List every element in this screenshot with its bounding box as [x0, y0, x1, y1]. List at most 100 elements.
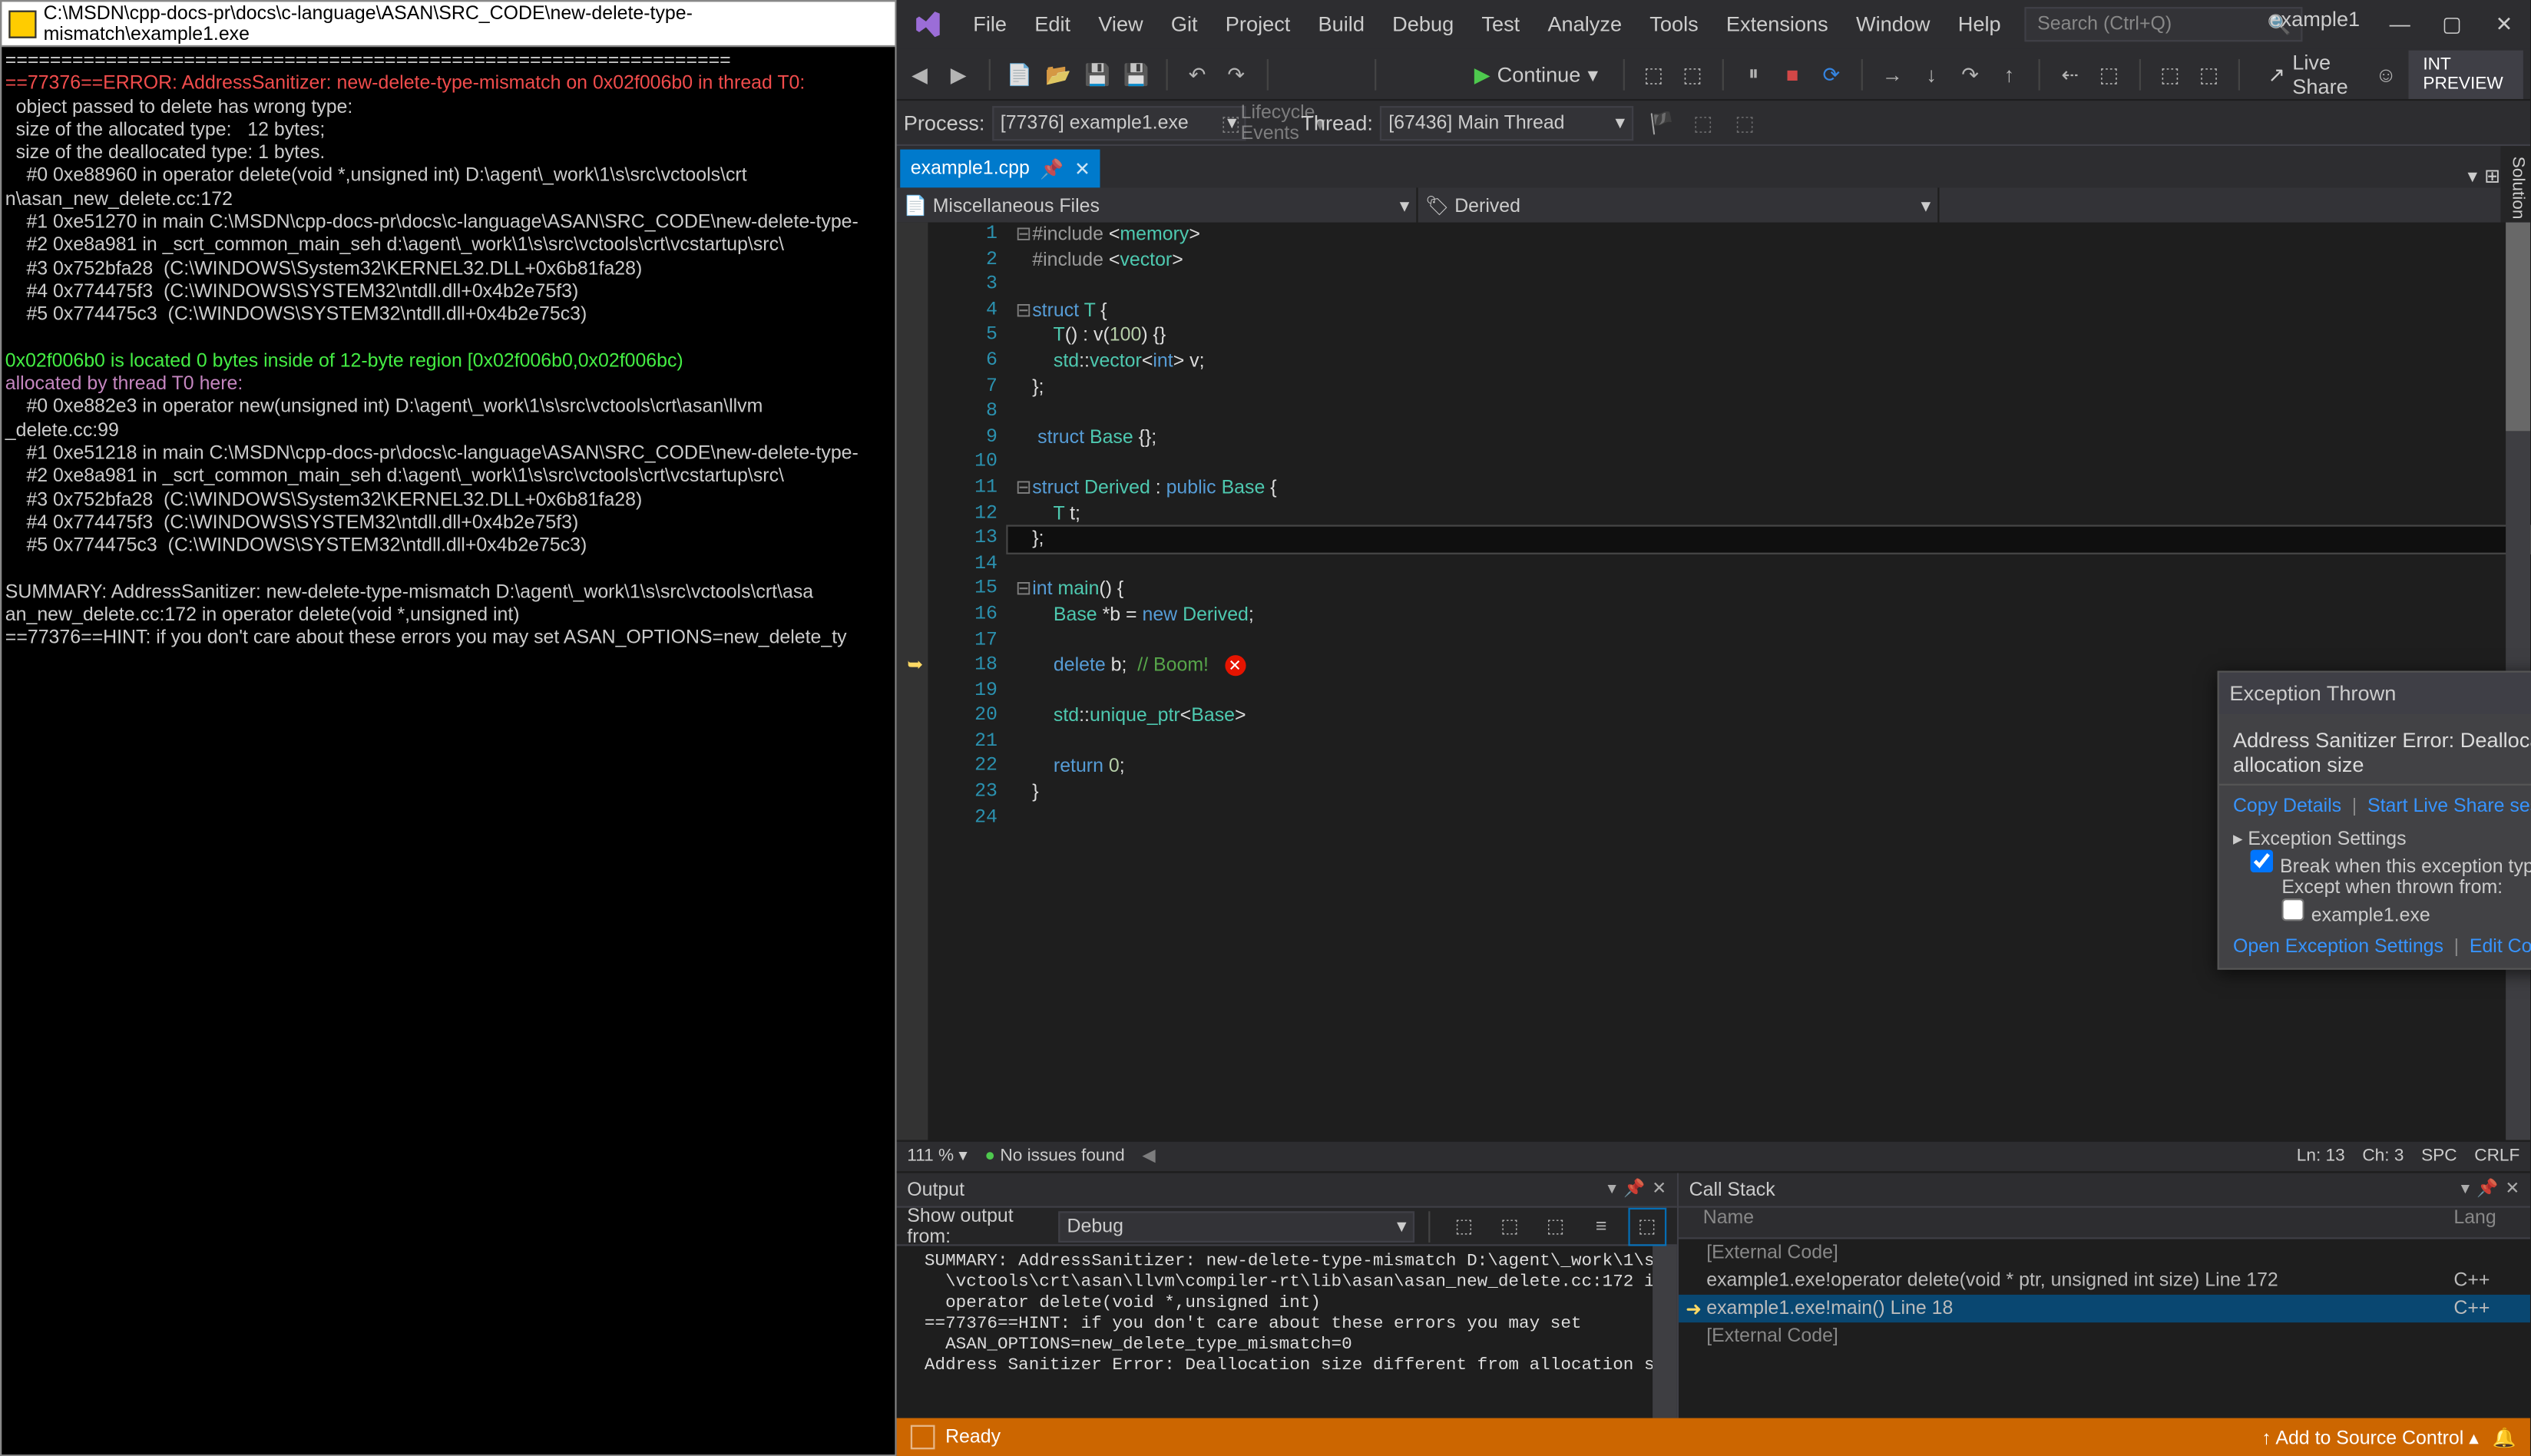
- stop-icon[interactable]: ■: [1776, 55, 1808, 93]
- tab-new-hsplit-icon[interactable]: ⊞: [2484, 165, 2500, 187]
- nav-fwd-icon[interactable]: ▶: [942, 55, 974, 93]
- console-output: ========================================…: [2, 47, 895, 1454]
- col-name[interactable]: Name: [1686, 1208, 2453, 1237]
- restart-icon[interactable]: ⟳: [1815, 55, 1848, 93]
- output-text[interactable]: SUMMARY: AddressSanitizer: new-delete-ty…: [897, 1246, 1653, 1418]
- exception-settings-hdr: Exception Settings: [2248, 829, 2406, 849]
- tool-d[interactable]: ⬚: [2193, 55, 2225, 93]
- undo-icon[interactable]: ↶: [1181, 55, 1213, 93]
- menu-edit[interactable]: Edit: [1021, 0, 1084, 48]
- menu-extensions[interactable]: Extensions: [1712, 0, 1842, 48]
- pane-dropdown-icon[interactable]: ▾: [2461, 1180, 2470, 1200]
- step-over-icon[interactable]: ↷: [1954, 55, 1987, 93]
- error-badge-icon: ✕: [1224, 655, 1245, 676]
- menu-test[interactable]: Test: [1467, 0, 1533, 48]
- live-share-link[interactable]: Start Live Share session...: [2367, 796, 2531, 816]
- play-icon: ▶: [1474, 61, 1490, 86]
- line-indicator: Ln: 13: [2297, 1147, 2345, 1166]
- pane-pin-icon[interactable]: 📌: [1623, 1180, 1645, 1200]
- stackframe-nav-icon[interactable]: ⬚: [1724, 104, 1765, 142]
- pane-close-icon[interactable]: ✕: [2505, 1180, 2519, 1200]
- tab-filename: example1.cpp: [911, 158, 1030, 179]
- step-into-icon[interactable]: ↓: [1915, 55, 1947, 93]
- menu-file[interactable]: File: [959, 0, 1021, 48]
- output-source-combo[interactable]: Debug▾: [1058, 1210, 1415, 1242]
- close-tab-icon[interactable]: ✕: [1074, 157, 1090, 180]
- new-project-icon[interactable]: 📄: [1004, 55, 1036, 93]
- show-next-icon[interactable]: →: [1877, 55, 1909, 93]
- flag-icon[interactable]: 🏴: [1640, 104, 1682, 142]
- output-tool-3[interactable]: ⬚: [1536, 1207, 1574, 1246]
- output-tool-5[interactable]: ⬚: [1627, 1207, 1666, 1246]
- maximize-button[interactable]: ▢: [2426, 0, 2478, 48]
- thread-combo[interactable]: [67436] Main Thread▾: [1380, 105, 1633, 140]
- open-exception-settings-link[interactable]: Open Exception Settings: [2233, 937, 2443, 958]
- debug-tool-1[interactable]: ⬚: [1638, 55, 1670, 93]
- live-share-button[interactable]: ↗ Live Share: [2268, 49, 2363, 98]
- menu-help[interactable]: Help: [1944, 0, 2015, 48]
- col-lang[interactable]: Lang: [2453, 1208, 2523, 1237]
- pane-close-icon[interactable]: ✕: [1652, 1180, 1666, 1200]
- save-icon[interactable]: 💾: [1081, 55, 1113, 93]
- minimize-button[interactable]: —: [2374, 0, 2426, 48]
- edit-conditions-link[interactable]: Edit Conditions: [2470, 937, 2531, 958]
- menu-window[interactable]: Window: [1842, 0, 1944, 48]
- tool-a[interactable]: ⇠: [2054, 55, 2086, 93]
- output-tool-1[interactable]: ⬚: [1444, 1207, 1483, 1246]
- pane-dropdown-icon[interactable]: ▾: [1608, 1180, 1616, 1200]
- nav-scope-combo[interactable]: 🏷 Derived▾: [1418, 187, 1940, 222]
- pin-icon[interactable]: 📌: [1040, 157, 1064, 180]
- feedback-icon[interactable]: ☺: [2370, 55, 2402, 93]
- save-all-icon[interactable]: 💾: [1120, 55, 1153, 93]
- document-tab-active[interactable]: example1.cpp 📌 ✕: [900, 150, 1100, 188]
- tool-b[interactable]: ⬚: [2093, 55, 2126, 93]
- menu-git[interactable]: Git: [1157, 0, 1212, 48]
- lifecycle-icon[interactable]: ⬚ Lifecycle Events ▾: [1252, 104, 1294, 142]
- menu-tools[interactable]: Tools: [1636, 0, 1712, 48]
- menu-view[interactable]: View: [1084, 0, 1157, 48]
- close-button[interactable]: ✕: [2478, 0, 2530, 48]
- debug-tool-2[interactable]: ⬚: [1676, 55, 1709, 93]
- window-buttons: — ▢ ✕: [2374, 0, 2530, 48]
- break-when-checkbox[interactable]: [2251, 850, 2273, 872]
- break-all-icon[interactable]: ⏸: [1738, 55, 1770, 93]
- callstack-rows[interactable]: [External Code] example1.exe!operator de…: [1679, 1239, 2530, 1418]
- menu-analyze[interactable]: Analyze: [1533, 0, 1636, 48]
- stackframe-icon[interactable]: ⬚: [1682, 104, 1724, 142]
- stack-frame[interactable]: [External Code]: [1679, 1322, 2530, 1350]
- menu-debug[interactable]: Debug: [1378, 0, 1467, 48]
- current-line-icon: ➥: [907, 654, 923, 679]
- nav-left-icon[interactable]: ◀: [1142, 1147, 1155, 1166]
- pane-pin-icon[interactable]: 📌: [2476, 1180, 2498, 1200]
- stack-frame[interactable]: [External Code]: [1679, 1239, 2530, 1267]
- tool-c[interactable]: ⬚: [2154, 55, 2186, 93]
- redo-icon[interactable]: ↷: [1220, 55, 1252, 93]
- add-to-source-control[interactable]: ↑ Add to Source Control ▴: [2261, 1426, 2478, 1448]
- stack-frame[interactable]: ➜ example1.exe!main() Line 18 C++: [1679, 1295, 2530, 1322]
- nav-member-combo[interactable]: ▾: [1940, 187, 2530, 222]
- open-icon[interactable]: 📂: [1043, 55, 1075, 93]
- tab-dropdown-icon[interactable]: ▾: [2468, 165, 2478, 187]
- copy-details-link[interactable]: Copy Details: [2233, 796, 2341, 816]
- glyph-margin[interactable]: [897, 223, 928, 1140]
- spc-indicator: SPC: [2421, 1147, 2457, 1166]
- quicklaunch-search[interactable]: Search (Ctrl+Q) 🔍: [2025, 7, 2303, 41]
- nav-back-icon[interactable]: ◀: [904, 55, 936, 93]
- continue-button[interactable]: ▶ Continue ▾: [1464, 61, 1609, 86]
- notifications-icon[interactable]: 🔔: [2493, 1426, 2516, 1448]
- output-tool-4[interactable]: ≡: [1582, 1207, 1620, 1246]
- except-from-checkbox[interactable]: [2281, 898, 2304, 921]
- console-titlebar[interactable]: C:\MSDN\cpp-docs-pr\docs\c-language\ASAN…: [2, 2, 895, 47]
- output-tool-2[interactable]: ⬚: [1490, 1207, 1529, 1246]
- step-out-icon[interactable]: ↑: [1993, 55, 2025, 93]
- stack-frame[interactable]: example1.exe!operator delete(void * ptr,…: [1679, 1267, 2530, 1295]
- issues-indicator[interactable]: ● No issues found: [984, 1147, 1124, 1166]
- menu-build[interactable]: Build: [1304, 0, 1378, 48]
- zoom-level[interactable]: 111 % ▾: [907, 1147, 967, 1166]
- menu-project[interactable]: Project: [1212, 0, 1305, 48]
- output-scrollbar[interactable]: [1653, 1246, 1677, 1418]
- nav-project-combo[interactable]: 📄 Miscellaneous Files▾: [897, 187, 1418, 222]
- dropdown-icon: ▾: [1587, 61, 1598, 86]
- bottom-tool-windows: Output ▾📌✕ Show output from: Debug▾ ⬚ ⬚ …: [897, 1171, 2530, 1418]
- process-combo[interactable]: [77376] example1.exe▾: [991, 105, 1245, 140]
